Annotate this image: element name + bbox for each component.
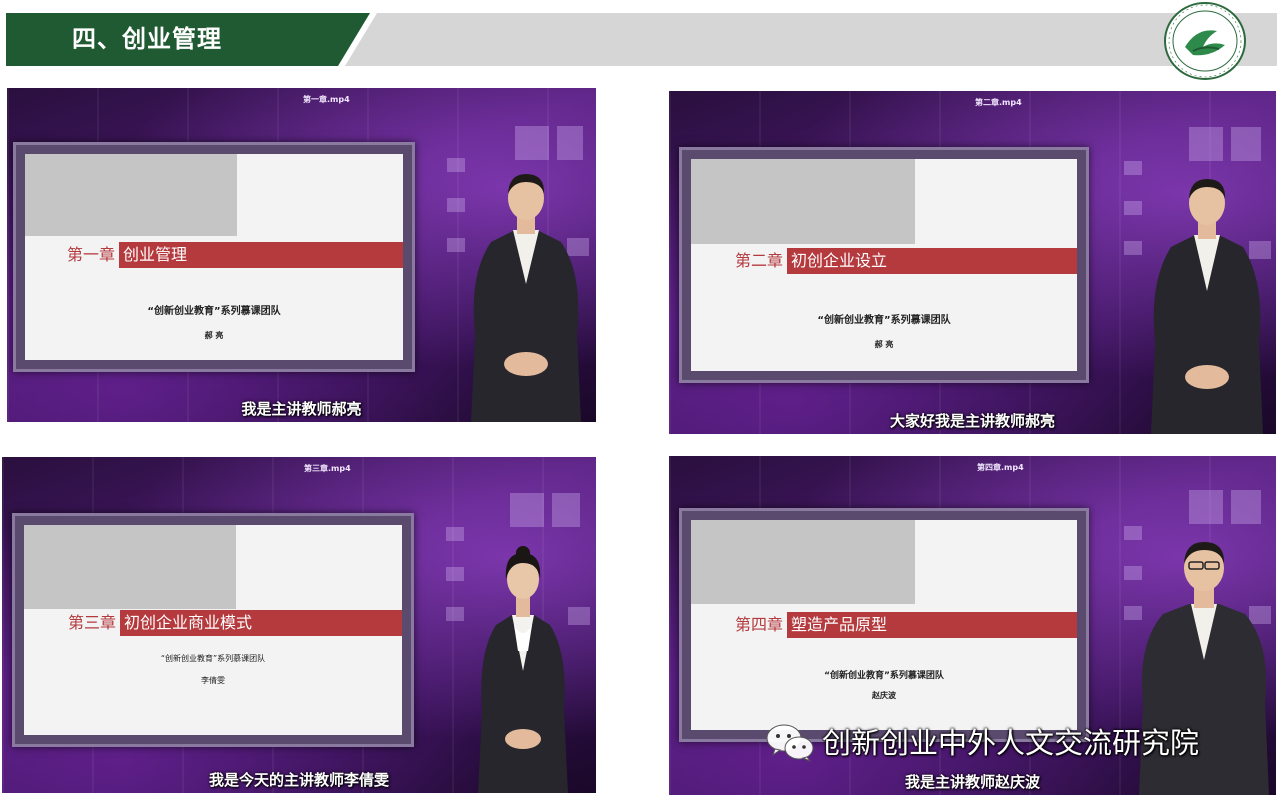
- presenter-figure: [471, 174, 581, 422]
- video-file-name: 第三章.mp4: [304, 464, 351, 473]
- slide-team: “创新创业教育”系列慕课团队: [147, 306, 281, 317]
- slide-author: 赵庆波: [872, 691, 896, 700]
- video-tile-3[interactable]: 第三章.mp4 第三章 初创企业商业模式 “创新创业教育”系列慕课团队 李倩雯 …: [2, 457, 596, 793]
- chapter-title: 创业管理: [123, 245, 188, 264]
- slide-team: “创新创业教育”系列慕课团队: [160, 654, 266, 663]
- header-gray-bar: [345, 13, 1277, 66]
- video-file-name: 第二章.mp4: [975, 98, 1022, 107]
- video-tile-1[interactable]: 第一章.mp4 第一章 创业管理 “创新创业教育”系列慕课团队 郝 亮 我是主讲…: [7, 88, 596, 422]
- video-subtitle: 我是今天的主讲教师李倩雯: [208, 771, 389, 789]
- slide-frame: 第一章 创业管理 “创新创业教育”系列慕课团队 郝 亮: [13, 142, 415, 372]
- chapter-number: 第一章: [25, 242, 119, 268]
- watermark-text: 创新创业中外人文交流研究院: [822, 726, 1200, 760]
- slide-frame: 第三章 初创企业商业模式 “创新创业教育”系列慕课团队 李倩雯: [12, 513, 414, 747]
- slide-author: 郝 亮: [204, 331, 224, 340]
- video-file-name: 第四章.mp4: [977, 463, 1024, 472]
- slide-author: 郝 亮: [874, 340, 894, 349]
- slide: 第一章 创业管理 “创新创业教育”系列慕课团队 郝 亮: [25, 154, 403, 360]
- video-file-name: 第一章.mp4: [303, 95, 350, 104]
- slide: 第二章 初创企业设立 “创新创业教育”系列慕课团队 郝 亮: [691, 159, 1077, 371]
- chapter-title: 初创企业商业模式: [124, 613, 253, 632]
- slide-team: “创新创业教育”系列慕课团队: [824, 671, 944, 681]
- presenter-figure: [1151, 179, 1263, 434]
- presenter-figure: [478, 546, 568, 793]
- slide-frame: 第四章 塑造产品原型 “创新创业教育”系列慕课团队 赵庆波: [679, 508, 1089, 742]
- slide: 第三章 初创企业商业模式 “创新创业教育”系列慕课团队 李倩雯: [24, 525, 402, 735]
- chapter-title: 初创企业设立: [791, 251, 888, 270]
- chapter-number: 第三章: [24, 610, 120, 636]
- video-subtitle: 我是主讲教师郝亮: [241, 400, 362, 418]
- slide-frame: 第二章 初创企业设立 “创新创业教育”系列慕课团队 郝 亮: [679, 147, 1089, 383]
- chapter-title: 塑造产品原型: [791, 615, 888, 634]
- slide-author: 李倩雯: [201, 676, 225, 685]
- slide-team: “创新创业教育”系列慕课团队: [817, 315, 951, 326]
- video-tile-2[interactable]: 第二章.mp4 第二章 初创企业设立 “创新创业教育”系列慕课团队 郝 亮 大家…: [669, 91, 1276, 434]
- wechat-icon: [766, 724, 814, 762]
- chapter-number: 第四章: [691, 612, 787, 638]
- chapter-number: 第二章: [691, 248, 787, 274]
- page-title: 四、创业管理: [72, 25, 222, 53]
- university-seal-icon: [1164, 2, 1246, 80]
- slide: 第四章 塑造产品原型 “创新创业教育”系列慕课团队 赵庆波: [691, 520, 1077, 730]
- video-subtitle: 大家好我是主讲教师郝亮: [889, 412, 1055, 430]
- video-subtitle: 我是主讲教师赵庆波: [904, 773, 1040, 791]
